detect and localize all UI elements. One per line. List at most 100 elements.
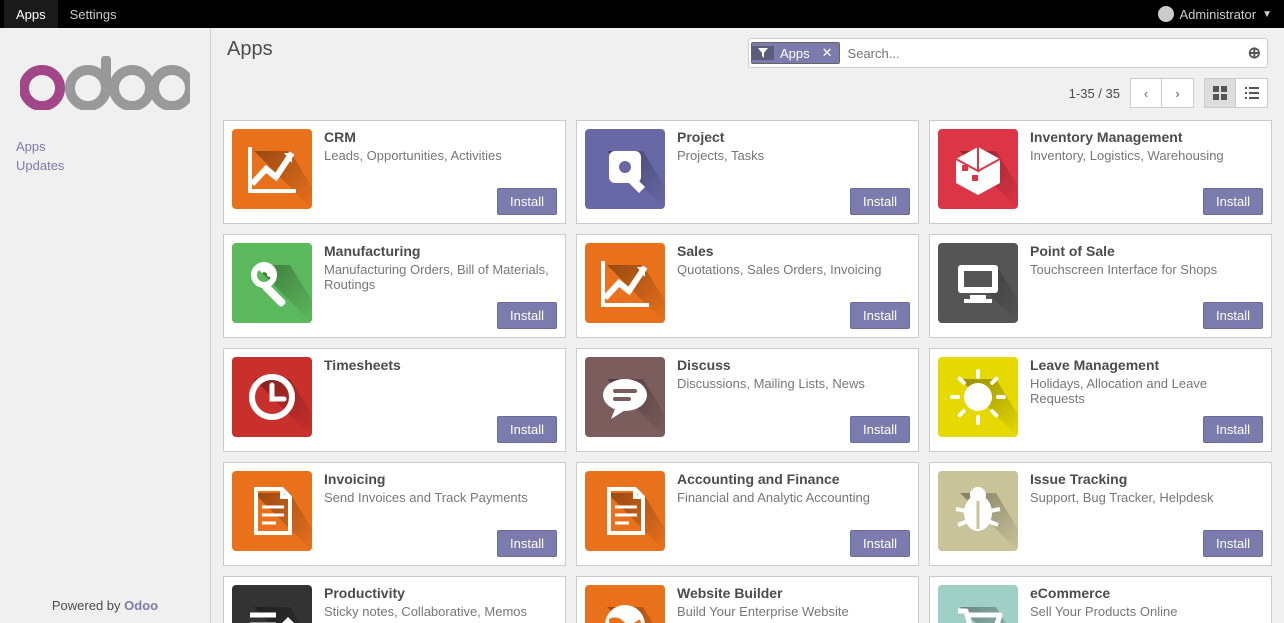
crm-icon: [232, 129, 312, 209]
timesheets-icon: [232, 357, 312, 437]
install-button[interactable]: Install: [1203, 188, 1263, 215]
app-card[interactable]: Project Projects, Tasks Install: [576, 120, 919, 224]
app-name: Inventory Management: [1030, 129, 1263, 145]
install-button[interactable]: Install: [497, 302, 557, 329]
view-kanban[interactable]: [1204, 78, 1236, 108]
app-desc: Manufacturing Orders, Bill of Materials,…: [324, 262, 557, 292]
app-name: Issue Tracking: [1030, 471, 1263, 487]
project-icon: [585, 129, 665, 209]
discuss-icon: [585, 357, 665, 437]
footer-brand[interactable]: Odoo: [124, 598, 158, 613]
app-card[interactable]: Leave Management Holidays, Allocation an…: [929, 348, 1272, 452]
app-name: Manufacturing: [324, 243, 557, 259]
app-card[interactable]: Point of Sale Touchscreen Interface for …: [929, 234, 1272, 338]
app-card[interactable]: Inventory Management Inventory, Logistic…: [929, 120, 1272, 224]
app-name: CRM: [324, 129, 557, 145]
install-button[interactable]: Install: [497, 188, 557, 215]
menu-apps[interactable]: Apps: [4, 0, 58, 28]
app-desc: Projects, Tasks: [677, 148, 910, 163]
app-desc: Build Your Enterprise Website: [677, 604, 910, 619]
app-card[interactable]: Productivity Sticky notes, Collaborative…: [223, 576, 566, 623]
inventory-icon: [938, 129, 1018, 209]
facet-remove[interactable]: ✕: [816, 45, 839, 61]
app-card[interactable]: Sales Quotations, Sales Orders, Invoicin…: [576, 234, 919, 338]
issue-icon: [938, 471, 1018, 551]
app-card[interactable]: Accounting and Finance Financial and Ana…: [576, 462, 919, 566]
sidebar: Apps Updates Powered by Odoo: [0, 28, 210, 623]
app-card[interactable]: Invoicing Send Invoices and Track Paymen…: [223, 462, 566, 566]
install-button[interactable]: Install: [850, 416, 910, 443]
search-input[interactable]: [844, 42, 1248, 65]
search-box[interactable]: Apps ✕ ⊕: [748, 38, 1268, 68]
main: Apps Apps ✕ ⊕ 1-35 / 35 ‹ ›: [210, 28, 1284, 623]
app-desc: Discussions, Mailing Lists, News: [677, 376, 910, 391]
pager-prev[interactable]: ‹: [1130, 78, 1162, 108]
accounting-icon: [585, 471, 665, 551]
app-desc: Financial and Analytic Accounting: [677, 490, 910, 505]
app-desc: Sticky notes, Collaborative, Memos: [324, 604, 557, 619]
app-name: Productivity: [324, 585, 557, 601]
app-card[interactable]: Issue Tracking Support, Bug Tracker, Hel…: [929, 462, 1272, 566]
install-button[interactable]: Install: [1203, 302, 1263, 329]
filter-icon: [752, 46, 774, 60]
sales-icon: [585, 243, 665, 323]
pager-buttons: ‹ ›: [1130, 78, 1194, 108]
app-desc: Quotations, Sales Orders, Invoicing: [677, 262, 910, 277]
app-name: Project: [677, 129, 910, 145]
app-name: Invoicing: [324, 471, 557, 487]
install-button[interactable]: Install: [497, 416, 557, 443]
productivity-icon: [232, 585, 312, 623]
website-icon: [585, 585, 665, 623]
search-facet: Apps ✕: [751, 42, 840, 64]
app-name: Discuss: [677, 357, 910, 373]
search-icon[interactable]: ⊕: [1248, 43, 1261, 63]
pager-next[interactable]: ›: [1162, 78, 1194, 108]
invoicing-icon: [232, 471, 312, 551]
app-name: eCommerce: [1030, 585, 1263, 601]
install-button[interactable]: Install: [850, 530, 910, 557]
app-name: Leave Management: [1030, 357, 1263, 373]
install-button[interactable]: Install: [850, 302, 910, 329]
pager-text: 1-35 / 35: [1069, 86, 1120, 101]
install-button[interactable]: Install: [497, 530, 557, 557]
app-name: Accounting and Finance: [677, 471, 910, 487]
app-name: Timesheets: [324, 357, 557, 373]
app-name: Point of Sale: [1030, 243, 1263, 259]
ecommerce-icon: [938, 585, 1018, 623]
search-facet-label: Apps: [774, 46, 816, 61]
app-desc: Support, Bug Tracker, Helpdesk: [1030, 490, 1263, 505]
user-name: Administrator: [1180, 7, 1257, 22]
install-button[interactable]: Install: [850, 188, 910, 215]
view-list[interactable]: [1236, 78, 1268, 108]
app-card[interactable]: eCommerce Sell Your Products Online Inst…: [929, 576, 1272, 623]
app-card[interactable]: CRM Leads, Opportunities, Activities Ins…: [223, 120, 566, 224]
app-card[interactable]: Discuss Discussions, Mailing Lists, News…: [576, 348, 919, 452]
pos-icon: [938, 243, 1018, 323]
avatar-icon: [1158, 6, 1174, 22]
topbar: Apps Settings Administrator ▼: [0, 0, 1284, 28]
page-title: Apps: [227, 38, 273, 61]
topbar-left: Apps Settings: [4, 0, 129, 28]
sidebar-footer: Powered by Odoo: [0, 588, 210, 623]
view-switch: [1204, 78, 1268, 108]
leave-icon: [938, 357, 1018, 437]
sidebar-item-apps[interactable]: Apps: [16, 137, 194, 156]
manufacturing-icon: [232, 243, 312, 323]
user-menu[interactable]: Administrator ▼: [1158, 6, 1280, 22]
install-button[interactable]: Install: [1203, 530, 1263, 557]
app-card[interactable]: Manufacturing Manufacturing Orders, Bill…: [223, 234, 566, 338]
install-button[interactable]: Install: [1203, 416, 1263, 443]
app-card[interactable]: Timesheets Install: [223, 348, 566, 452]
app-card[interactable]: Website Builder Build Your Enterprise We…: [576, 576, 919, 623]
app-name: Website Builder: [677, 585, 910, 601]
chevron-down-icon: ▼: [1262, 9, 1272, 20]
apps-grid: CRM Leads, Opportunities, Activities Ins…: [211, 120, 1284, 623]
app-desc: Touchscreen Interface for Shops: [1030, 262, 1263, 277]
app-desc: Inventory, Logistics, Warehousing: [1030, 148, 1263, 163]
sidebar-item-updates[interactable]: Updates: [16, 156, 194, 175]
app-desc: Leads, Opportunities, Activities: [324, 148, 557, 163]
app-name: Sales: [677, 243, 910, 259]
menu-settings[interactable]: Settings: [58, 0, 129, 28]
app-desc: Send Invoices and Track Payments: [324, 490, 557, 505]
app-desc: Sell Your Products Online: [1030, 604, 1263, 619]
